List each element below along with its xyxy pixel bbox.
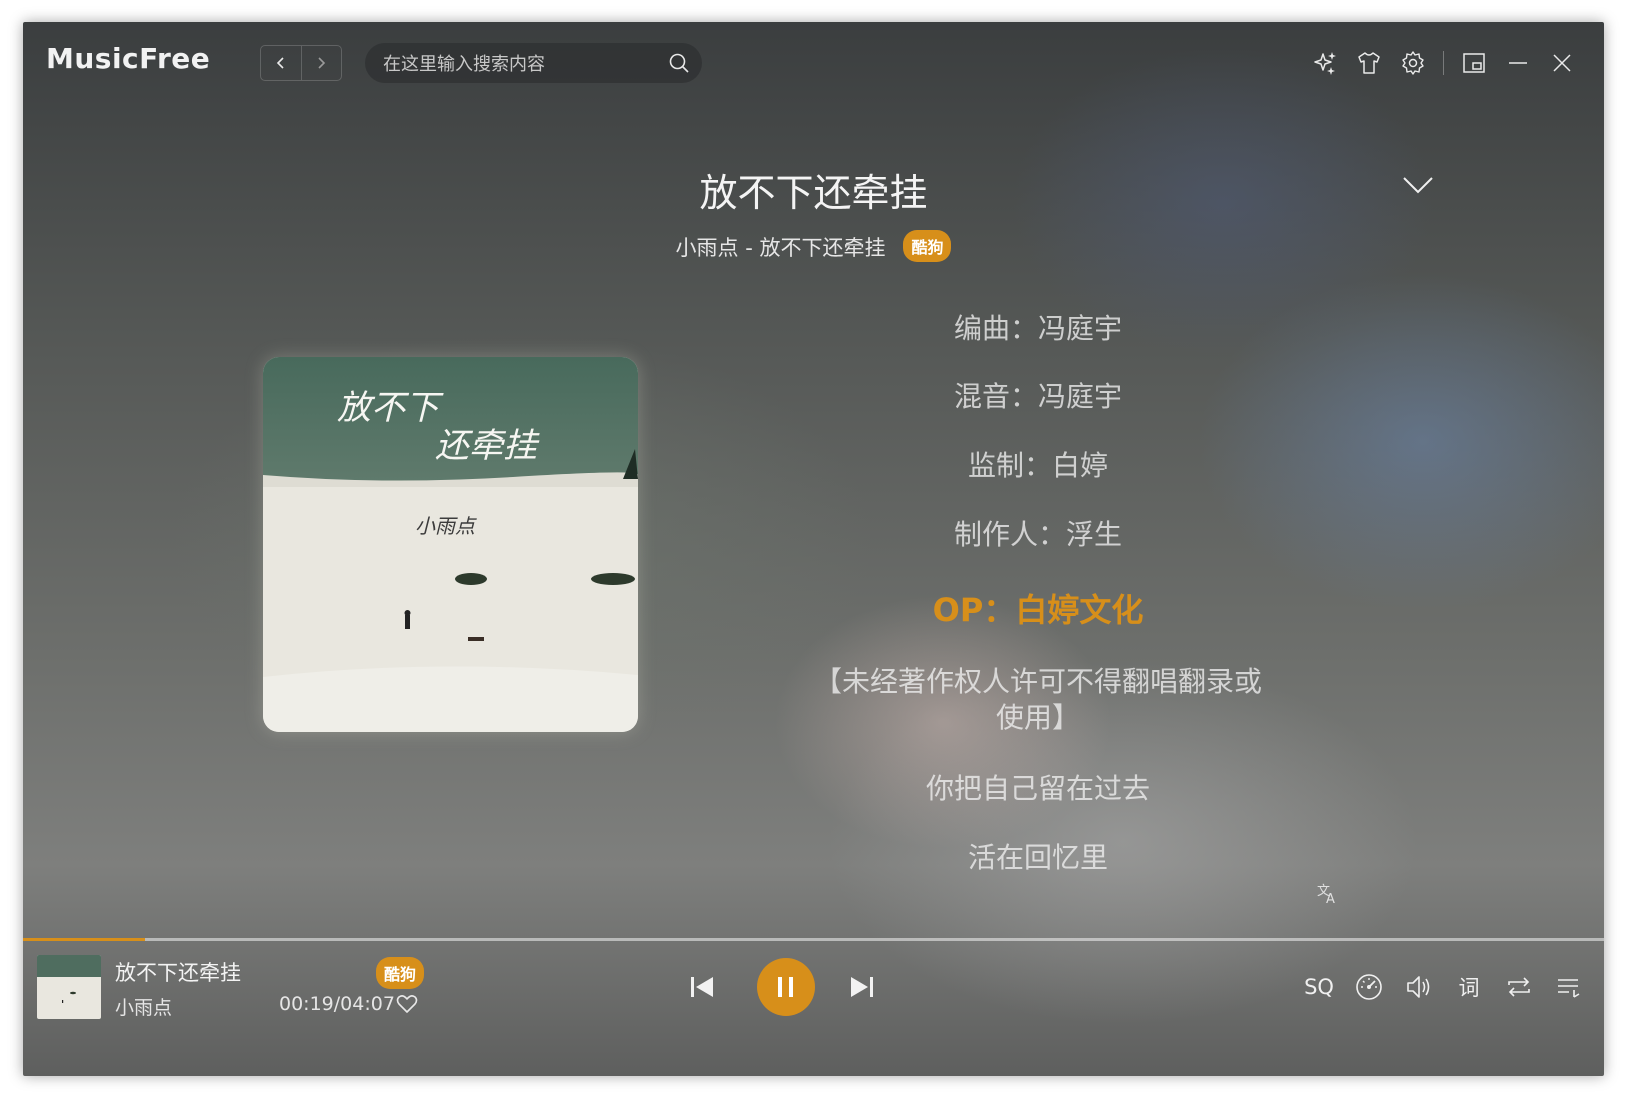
lyric-line[interactable]: 制作人：浮生: [803, 513, 1273, 553]
lyric-line[interactable]: 活在回忆里: [803, 836, 1273, 876]
cover-title-line2: 还牵挂: [435, 426, 540, 466]
lyric-line[interactable]: 混音：冯庭宇: [803, 375, 1273, 415]
app-logo: MusicFree: [46, 42, 211, 75]
volume-button[interactable]: [1404, 972, 1434, 1002]
search-icon[interactable]: [668, 52, 690, 74]
playback-time: 00:19/04:07: [279, 993, 395, 1015]
translate-icon[interactable]: 文A: [1315, 880, 1341, 906]
repeat-mode-button[interactable]: [1504, 972, 1534, 1002]
lyric-line[interactable]: 【未经著作权人许可不得翻唱翻录或使用】: [803, 664, 1273, 736]
pause-icon: [778, 977, 793, 997]
repeat-icon: [1508, 977, 1530, 997]
heart-icon[interactable]: [395, 992, 419, 1016]
cover-title-line1: 放不下: [337, 388, 444, 428]
mini-album-cover[interactable]: [37, 955, 101, 1019]
song-title: 放不下还牵挂: [699, 171, 928, 215]
chevron-down-icon[interactable]: [1401, 172, 1435, 198]
gear-icon: [1402, 51, 1424, 75]
svg-text:A: A: [1326, 892, 1335, 906]
now-playing-artist[interactable]: 小雨点: [115, 993, 172, 1020]
playlist-button[interactable]: [1554, 972, 1584, 1002]
search-input[interactable]: [381, 43, 655, 85]
now-playing-source-badge: 酷狗: [376, 957, 425, 989]
quality-button[interactable]: SQ: [1304, 972, 1334, 1002]
theme-button[interactable]: [1355, 49, 1383, 77]
artist-song-label: 小雨点 - 放不下还牵挂: [675, 236, 886, 260]
player-bar: 放不下还牵挂 酷狗 小雨点 00:19/04:07 SQ 词: [23, 941, 1604, 1076]
now-playing-title[interactable]: 放不下还牵挂: [115, 957, 241, 987]
player-options: SQ 词: [1304, 969, 1584, 1005]
album-cover: 放不下 还牵挂 小雨点: [263, 357, 638, 732]
speedometer-icon: [1356, 974, 1382, 1000]
mini-album-art: [37, 955, 101, 1019]
minimize-button[interactable]: [1504, 49, 1532, 77]
shirt-icon: [1358, 52, 1380, 74]
forward-button[interactable]: [300, 46, 342, 80]
sparkle-icon: [1314, 52, 1336, 75]
lyric-line[interactable]: 你把自己留在过去: [803, 767, 1273, 807]
sparkle-button[interactable]: [1311, 49, 1339, 77]
title-bar: MusicFree: [23, 22, 1604, 102]
pause-button[interactable]: [757, 958, 815, 1016]
minimize-icon: [1509, 62, 1527, 64]
song-subtitle: 小雨点 - 放不下还牵挂 酷狗: [23, 230, 1604, 262]
search-box: [365, 43, 702, 85]
chevron-right-icon: [318, 57, 326, 69]
lyric-line[interactable]: 监制：白婷: [803, 444, 1273, 484]
lyrics-toggle-button[interactable]: 词: [1454, 972, 1484, 1002]
toolbar-divider: [1443, 51, 1444, 75]
lyric-line[interactable]: 编曲：冯庭宇: [803, 307, 1273, 347]
source-badge: 酷狗: [903, 230, 952, 262]
window-toolbar: [1311, 46, 1576, 80]
mini-mode-button[interactable]: [1460, 49, 1488, 77]
album-art-image: 放不下 还牵挂 小雨点: [263, 357, 638, 732]
playback-speed-button[interactable]: [1354, 972, 1384, 1002]
previous-track-icon[interactable]: [687, 972, 717, 1002]
settings-button[interactable]: [1399, 49, 1427, 77]
history-nav: [260, 45, 342, 81]
close-button[interactable]: [1548, 49, 1576, 77]
next-track-icon[interactable]: [847, 972, 877, 1002]
lyric-line-current[interactable]: OP：白婷文化: [803, 585, 1273, 631]
volume-icon: [1407, 976, 1430, 998]
playlist-icon: [1558, 979, 1580, 998]
chevron-left-icon: [276, 57, 284, 69]
mini-mode-icon: [1463, 53, 1485, 73]
close-icon: [1553, 54, 1571, 72]
playback-controls: [687, 958, 887, 1018]
cover-artist: 小雨点: [415, 514, 477, 538]
player-window: MusicFree 在这里输入搜索内容 放不下还牵挂 小雨点 - 放不下还牵挂 …: [23, 22, 1604, 1076]
back-button[interactable]: [261, 46, 301, 80]
